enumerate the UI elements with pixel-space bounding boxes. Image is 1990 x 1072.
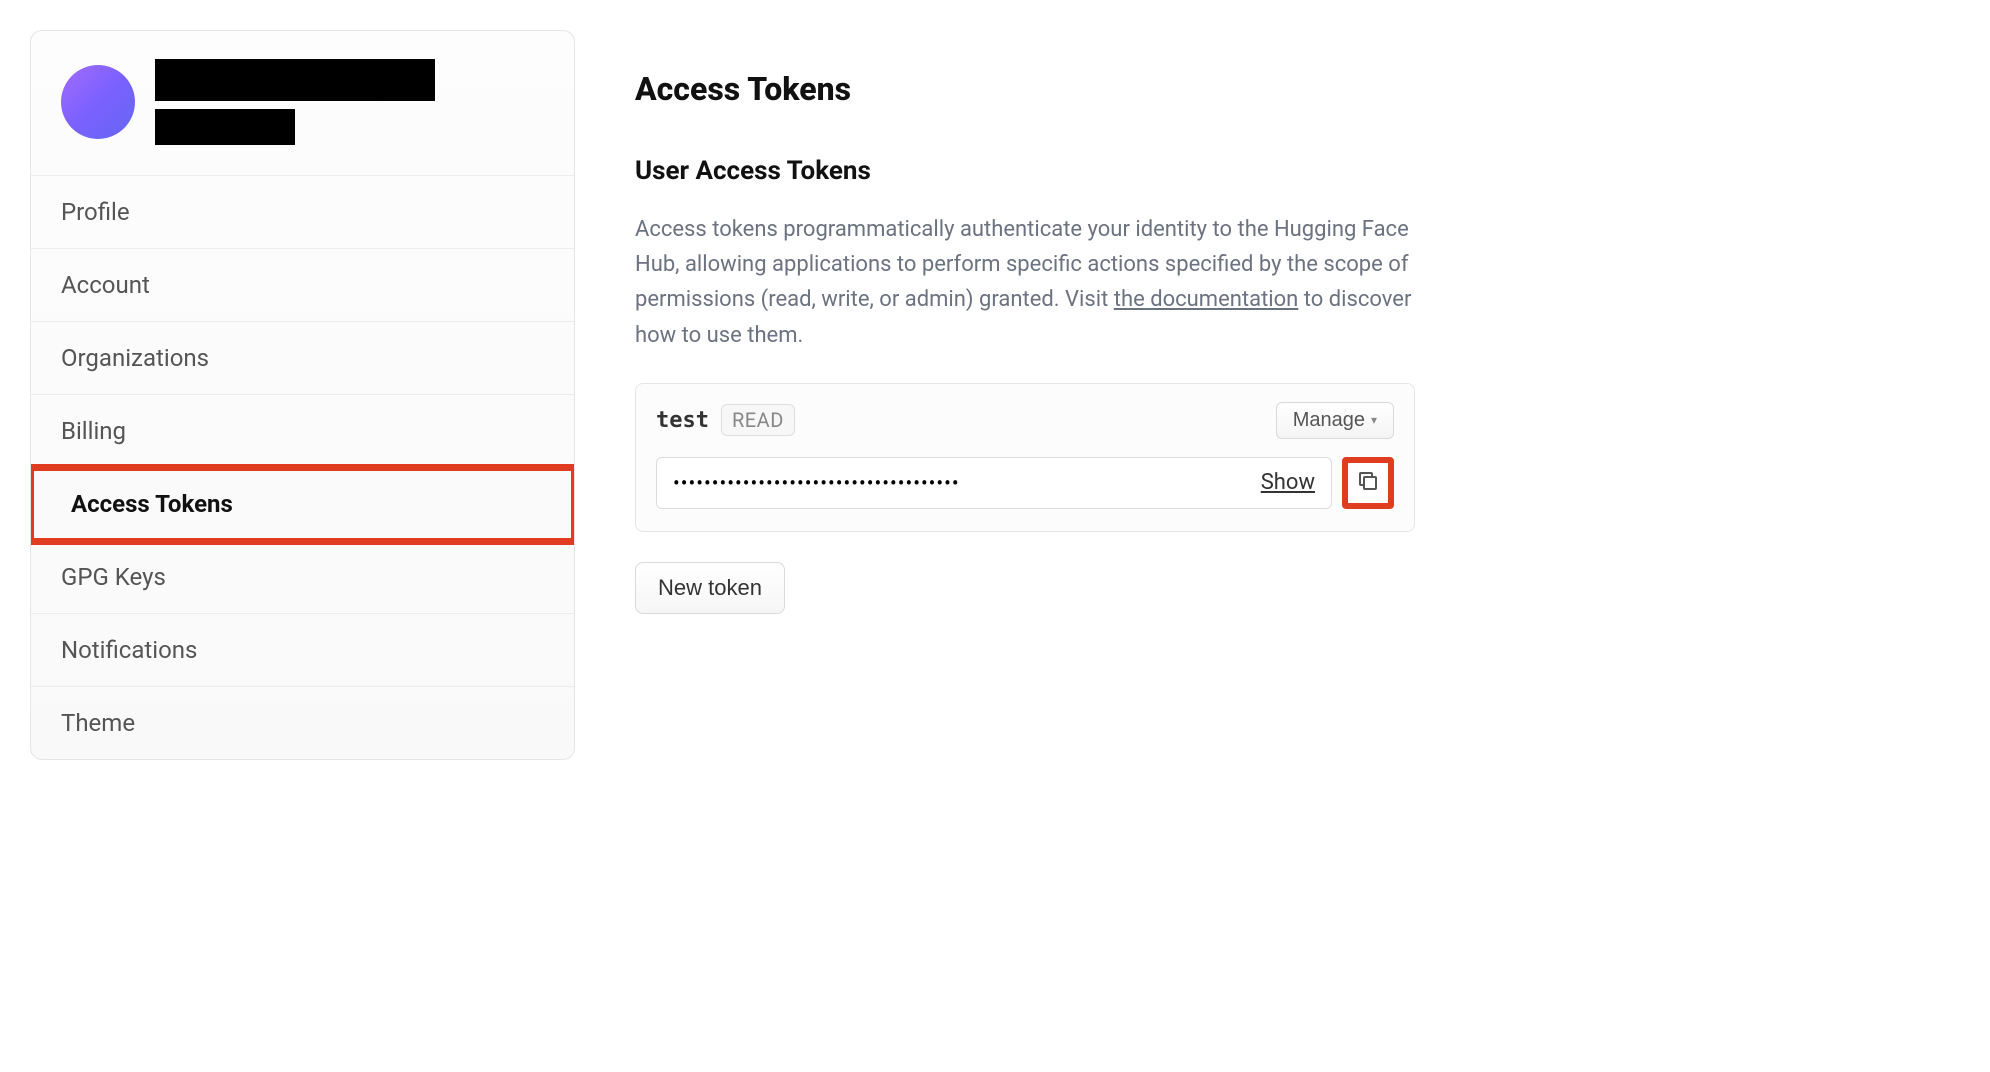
- token-card-header: test READ Manage ▾: [656, 402, 1394, 439]
- sidebar-item-billing[interactable]: Billing: [31, 395, 574, 468]
- sidebar-link-profile[interactable]: Profile: [31, 176, 574, 248]
- sidebar-user-header: [31, 31, 574, 176]
- sidebar-link-theme[interactable]: Theme: [31, 687, 574, 759]
- sidebar-item-gpg-keys[interactable]: GPG Keys: [31, 541, 574, 614]
- sidebar-item-notifications[interactable]: Notifications: [31, 614, 574, 687]
- settings-sidebar: Profile Account Organizations Billing Ac…: [30, 30, 575, 760]
- manage-button[interactable]: Manage ▾: [1276, 402, 1394, 439]
- token-value-field[interactable]: ••••••••••••••••••••••••••••••••••••• Sh…: [656, 457, 1332, 509]
- chevron-down-icon: ▾: [1371, 413, 1377, 427]
- sidebar-item-profile[interactable]: Profile: [31, 176, 574, 249]
- show-token-link[interactable]: Show: [1261, 470, 1315, 495]
- sidebar-item-access-tokens[interactable]: Access Tokens: [31, 468, 574, 541]
- sidebar-link-notifications[interactable]: Notifications: [31, 614, 574, 686]
- sidebar-item-theme[interactable]: Theme: [31, 687, 574, 759]
- main-content: Access Tokens User Access Tokens Access …: [635, 30, 1415, 760]
- sidebar-nav: Profile Account Organizations Billing Ac…: [31, 176, 574, 759]
- sidebar-link-gpg-keys[interactable]: GPG Keys: [31, 541, 574, 613]
- token-masked-value: •••••••••••••••••••••••••••••••••••••: [673, 471, 960, 495]
- sidebar-link-access-tokens[interactable]: Access Tokens: [31, 468, 574, 540]
- new-token-button[interactable]: New token: [635, 562, 785, 614]
- redacted-handle: [155, 109, 295, 145]
- documentation-link[interactable]: the documentation: [1114, 287, 1299, 312]
- token-card: test READ Manage ▾ •••••••••••••••••••••…: [635, 383, 1415, 532]
- copy-token-button[interactable]: [1342, 457, 1394, 509]
- copy-icon: [1356, 469, 1380, 496]
- section-title: User Access Tokens: [635, 156, 1415, 186]
- token-scope-badge: READ: [721, 404, 795, 436]
- sidebar-link-organizations[interactable]: Organizations: [31, 322, 574, 394]
- sidebar-item-organizations[interactable]: Organizations: [31, 322, 574, 395]
- token-row: ••••••••••••••••••••••••••••••••••••• Sh…: [656, 457, 1394, 509]
- token-meta: test READ: [656, 404, 795, 436]
- user-info: [155, 59, 435, 145]
- sidebar-link-billing[interactable]: Billing: [31, 395, 574, 467]
- redacted-username: [155, 59, 435, 101]
- token-name: test: [656, 408, 709, 433]
- sidebar-item-account[interactable]: Account: [31, 249, 574, 322]
- avatar: [61, 65, 135, 139]
- manage-button-label: Manage: [1293, 409, 1365, 432]
- page-title: Access Tokens: [635, 70, 1415, 108]
- section-description: Access tokens programmatically authentic…: [635, 212, 1415, 353]
- sidebar-link-account[interactable]: Account: [31, 249, 574, 321]
